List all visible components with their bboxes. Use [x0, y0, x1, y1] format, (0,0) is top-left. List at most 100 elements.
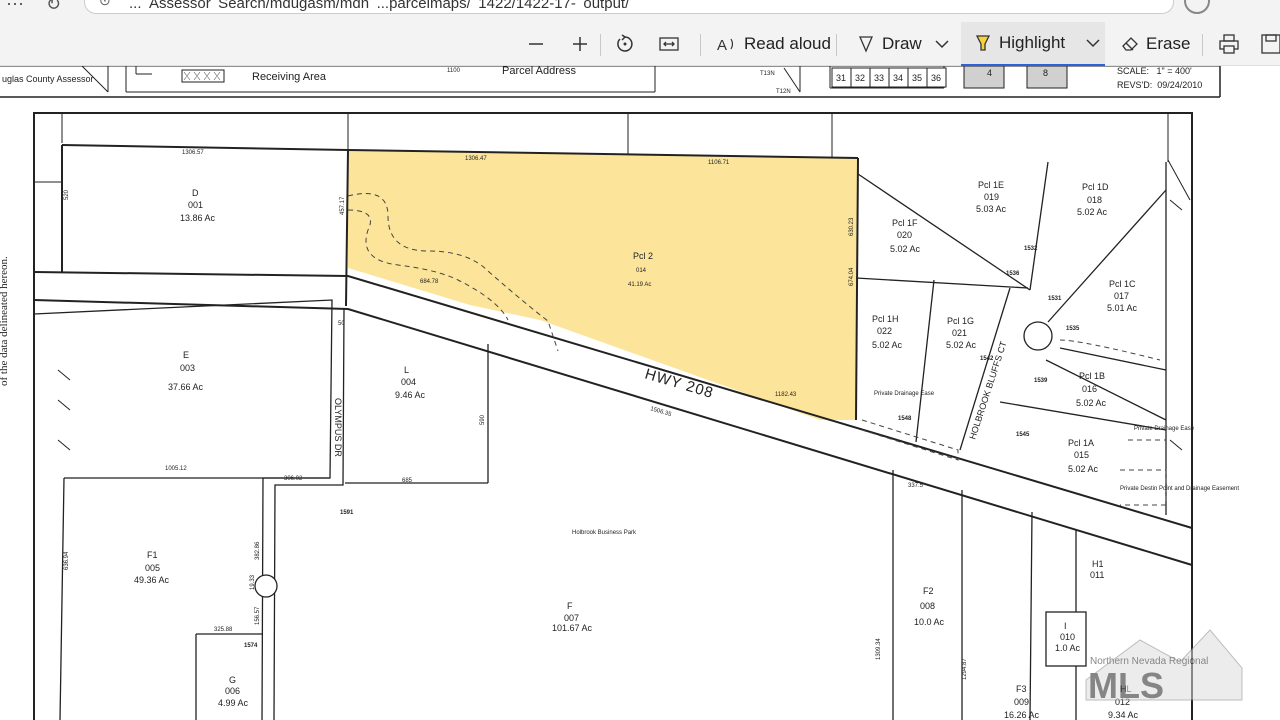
svg-text:1506.35: 1506.35	[649, 406, 672, 418]
divider	[600, 34, 601, 56]
draw-options-dropdown[interactable]	[934, 22, 950, 66]
section-number: 31	[836, 73, 846, 83]
parcel-area: 5.02 Ac	[1068, 464, 1099, 474]
url-field[interactable]: ⊙ ... Assessor Search/mdugasm/mdn ...par…	[84, 0, 1174, 14]
township-t12n: T12N	[776, 89, 791, 95]
svg-text:1536: 1536	[1006, 271, 1020, 277]
highlight-button[interactable]: Highlight	[961, 22, 1105, 66]
svg-text:156.57: 156.57	[255, 606, 261, 625]
back-icon[interactable]: ⋯	[6, 0, 24, 15]
parcel-number: 017	[1114, 291, 1129, 301]
parcel-name: Pcl 1G	[947, 316, 974, 326]
divider	[1202, 34, 1203, 56]
receiving-area-label: Receiving Area	[252, 71, 327, 83]
svg-text:306.02: 306.02	[284, 476, 303, 482]
parcel-number: 005	[145, 563, 160, 573]
svg-text:630.23: 630.23	[849, 217, 855, 236]
township-t13n: T13N	[760, 71, 775, 77]
svg-text:520: 520	[64, 189, 70, 200]
section-number: 32	[855, 73, 865, 83]
parcel-number: 010	[1060, 632, 1075, 642]
parcel-number: 020	[897, 230, 912, 240]
parcel-area: 5.02 Ac	[1077, 207, 1108, 217]
zoom-out-button[interactable]	[526, 22, 546, 66]
parcel-name: Pcl 1A	[1068, 438, 1094, 448]
business-park-label: Holbrook Business Park	[572, 530, 637, 536]
parcel-number: 008	[920, 601, 935, 611]
parcel-area: 16.26 Ac	[1004, 710, 1040, 720]
pdf-toolbar: A Read aloud Draw Highlight Erase	[0, 22, 1280, 66]
svg-text:1106.71: 1106.71	[708, 160, 730, 166]
svg-text:685: 685	[402, 478, 413, 484]
drainage-note: Private Drainage Ease	[874, 391, 935, 397]
parcel-number: 007	[564, 613, 579, 623]
scale-label: SCALE: 1" = 400'	[1117, 66, 1192, 76]
svg-text:1306.47: 1306.47	[465, 156, 487, 162]
parcel-name: I	[1064, 621, 1067, 631]
parcel-name: D	[192, 188, 199, 198]
browser-address-bar: ⋯ ↻ ⊙ ... Assessor Search/mdugasm/mdn ..…	[0, 0, 1280, 22]
save-button[interactable]	[1260, 22, 1280, 66]
eraser-icon	[1122, 37, 1138, 51]
parcel-area: 4.99 Ac	[218, 698, 249, 708]
parcel-number: 003	[180, 363, 195, 373]
highlighted-parcel-pcl2[interactable]	[348, 150, 858, 420]
svg-text:382.86: 382.86	[255, 541, 261, 560]
print-button[interactable]	[1218, 22, 1240, 66]
parcel-area: 10.0 Ac	[914, 617, 945, 627]
zoom-in-button[interactable]	[570, 22, 590, 66]
erase-button[interactable]: Erase	[1120, 22, 1190, 66]
range-number: 4	[987, 68, 992, 78]
refresh-icon[interactable]: ↻	[46, 0, 61, 15]
parcel-map-document: uglas County Assessor Receiving Area 110…	[0, 66, 1280, 720]
parcel-area: 5.02 Ac	[890, 244, 921, 254]
svg-text:325.88: 325.88	[214, 627, 233, 633]
svg-text:1545: 1545	[1016, 432, 1030, 438]
chevron-down-icon[interactable]	[1085, 35, 1101, 51]
parcel-name: Pcl 2	[633, 251, 653, 261]
draw-pen-icon	[859, 36, 873, 53]
parcel-area: 1.0 Ac	[1055, 643, 1081, 653]
rotate-button[interactable]	[614, 22, 636, 66]
map-header: uglas County Assessor Receiving Area 110…	[0, 66, 1221, 98]
svg-text:1574: 1574	[244, 643, 258, 649]
svg-text:457.17: 457.17	[340, 196, 346, 215]
svg-text:1591: 1591	[340, 510, 354, 516]
svg-text:1182.43: 1182.43	[775, 392, 797, 398]
svg-text:1005.12: 1005.12	[165, 466, 187, 472]
parcel-number: 014	[636, 268, 647, 274]
svg-text:590: 590	[480, 414, 486, 425]
draw-button[interactable]: Draw	[856, 22, 922, 66]
divider	[836, 34, 837, 56]
parcel-number: 022	[877, 326, 892, 336]
section-grid: 31 32 33 34 35 36	[831, 67, 947, 88]
rotate-icon	[617, 34, 633, 52]
parcel-area: 101.67 Ac	[552, 623, 593, 633]
parcel-area: 9.34 Ac	[1108, 710, 1139, 720]
olympus-dr-label: OLYMPUS DR	[333, 398, 343, 457]
parcel-number: 019	[984, 192, 999, 202]
fit-page-button[interactable]	[658, 22, 680, 66]
minus-icon	[529, 43, 543, 45]
parcel-number: 004	[401, 377, 416, 387]
parcel-number: 016	[1082, 384, 1097, 394]
read-aloud-label: Read aloud	[744, 34, 831, 53]
print-icon	[1219, 34, 1239, 54]
profile-icon[interactable]	[1184, 0, 1210, 14]
assessor-label: uglas County Assessor	[2, 74, 94, 84]
chevron-down-icon	[935, 40, 949, 49]
watermark-mls: MLS	[1088, 665, 1164, 706]
svg-text:337.5: 337.5	[908, 483, 924, 489]
mls-watermark: Northern Nevada Regional MLS	[1085, 629, 1243, 706]
parcel-address-label: Parcel Address	[502, 66, 576, 77]
parcel-number: 015	[1074, 450, 1089, 460]
svg-text:1539: 1539	[1034, 378, 1048, 384]
revised-date-label: REVS'D: 09/24/2010	[1117, 80, 1202, 90]
read-aloud-button[interactable]: A Read aloud	[716, 22, 831, 66]
read-aloud-icon: A	[717, 37, 734, 54]
parcel-name: L	[404, 365, 409, 375]
parcel-area: 13.86 Ac	[180, 213, 216, 223]
range-number: 8	[1043, 68, 1048, 78]
drainage-note: Private Drainage Ease	[1134, 426, 1195, 432]
svg-text:50: 50	[338, 321, 345, 327]
